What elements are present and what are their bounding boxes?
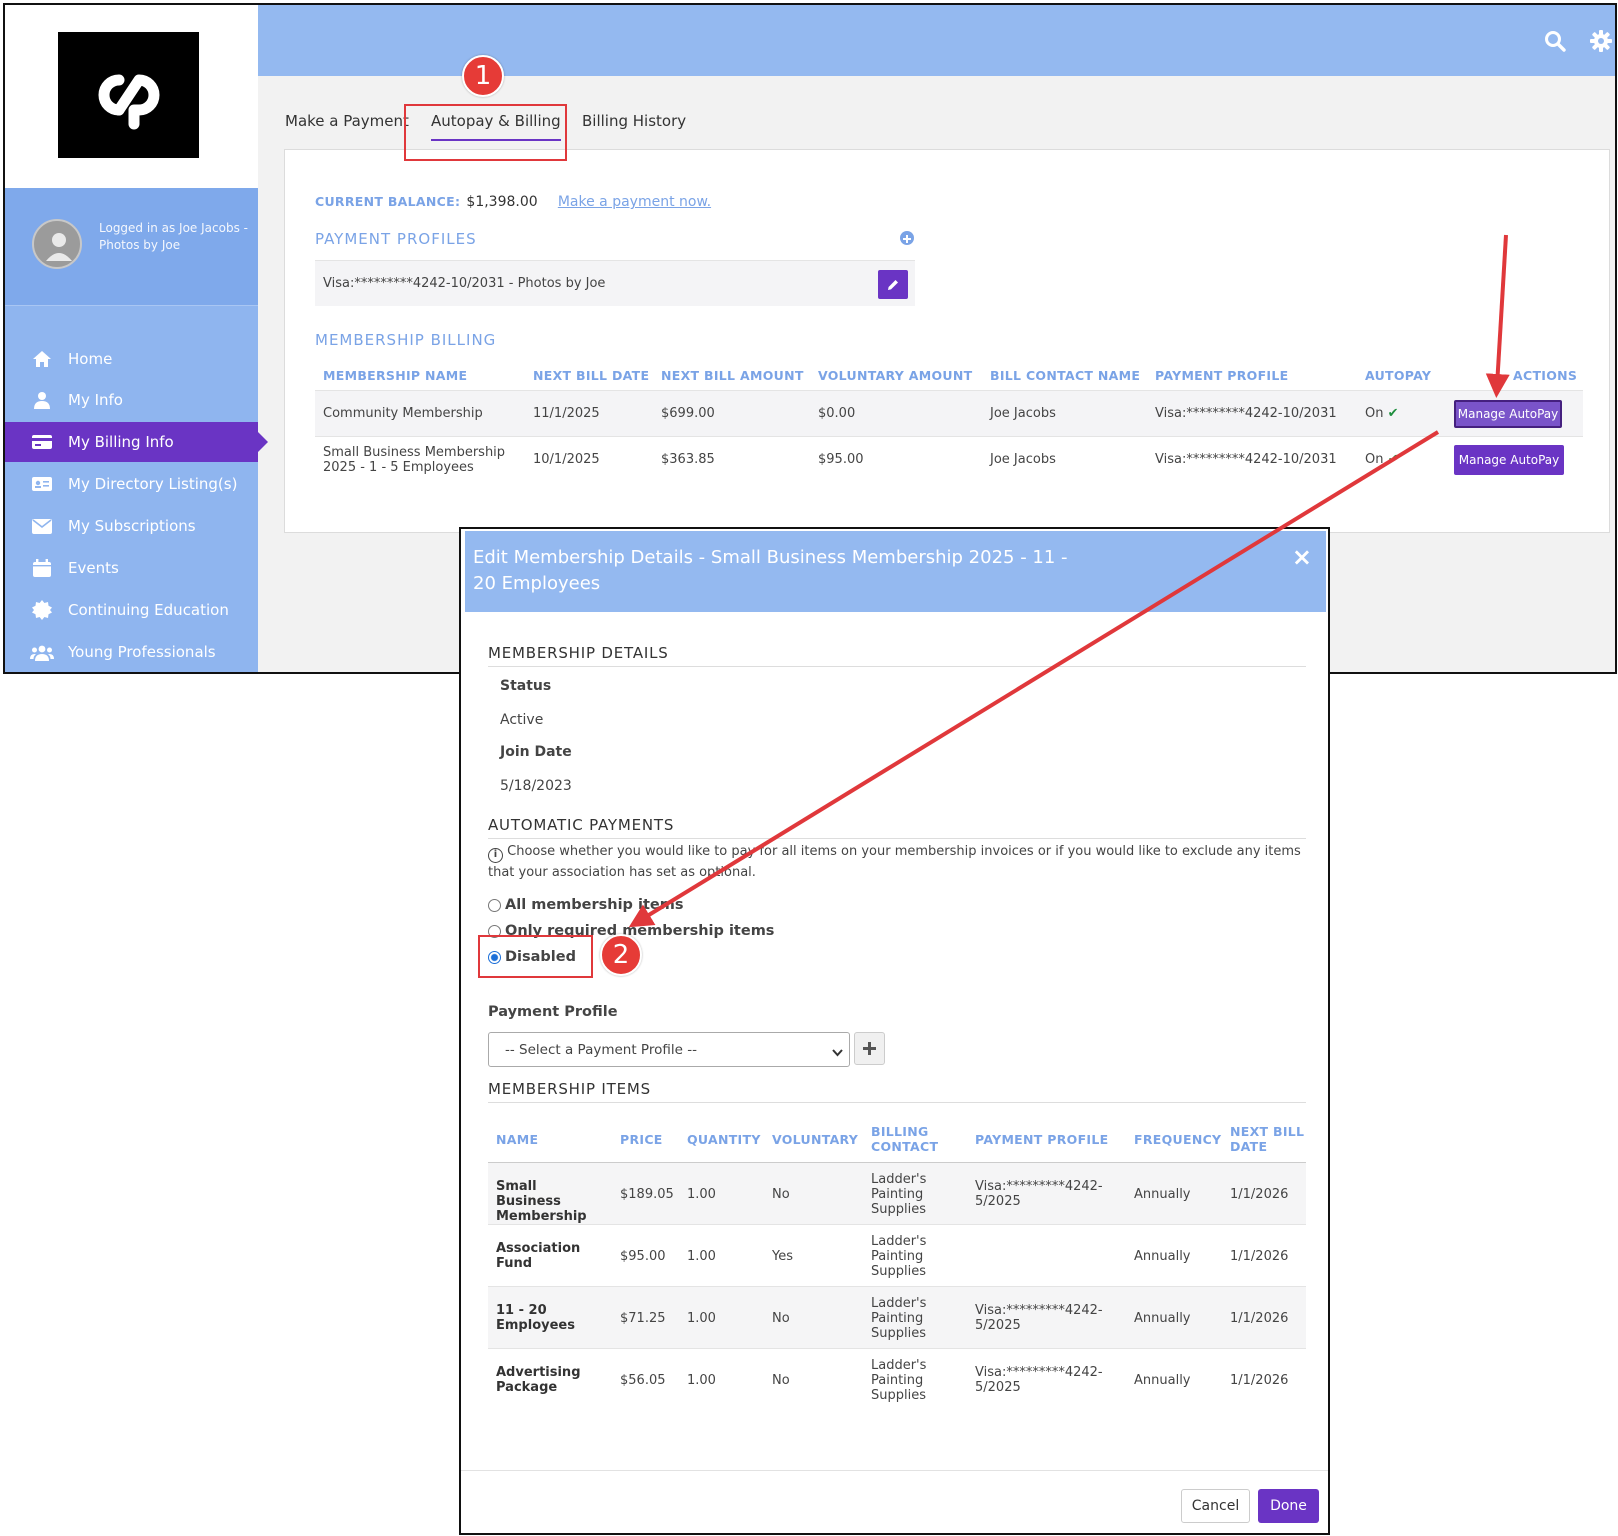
arrow-to-manage-autopay xyxy=(1485,234,1510,398)
annotation-arrows xyxy=(628,234,1510,928)
arrow-to-disabled-option xyxy=(628,430,1440,928)
